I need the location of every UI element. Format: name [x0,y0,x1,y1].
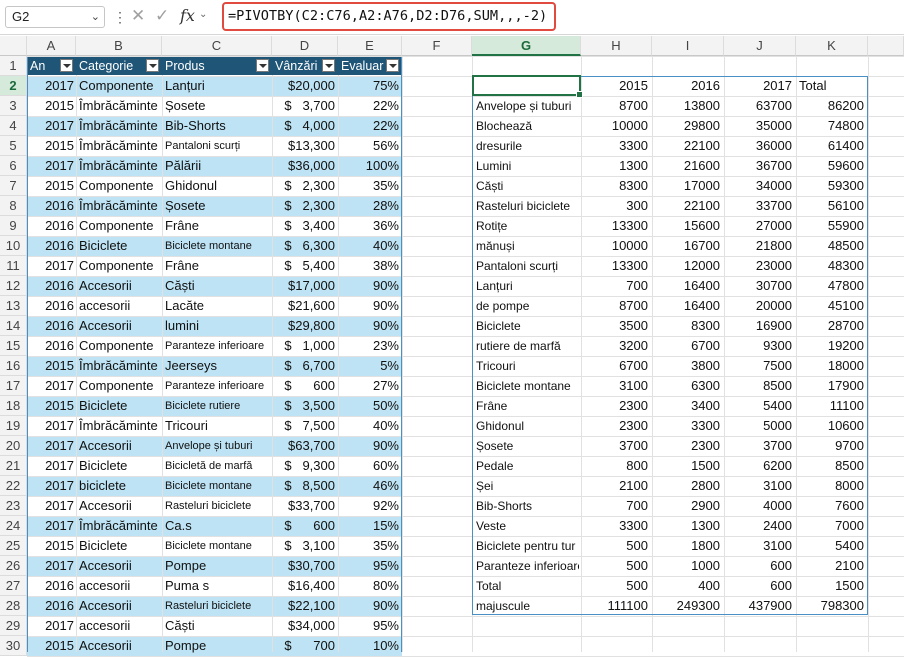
row-header-6[interactable]: 6 [0,156,27,176]
spreadsheet-grid[interactable]: A B C D E F G H I J K 1 2 3 4 5 6 7 8 9 10 11 12 13 14 15 16 17 18 19… [0,0,904,657]
row-header-7[interactable]: 7 [0,176,27,196]
row-header-9[interactable]: 9 [0,216,27,236]
row-header-15[interactable]: 15 [0,336,27,356]
column-gridline [402,56,403,652]
row-header-25[interactable]: 25 [0,536,27,556]
column-header-f[interactable]: F [402,36,472,56]
column-header-h[interactable]: H [581,36,652,56]
row-header-28[interactable]: 28 [0,596,27,616]
column-header-k[interactable]: K [796,36,868,56]
pivot-border [472,76,868,615]
row-header-27[interactable]: 27 [0,576,27,596]
select-all-corner[interactable] [0,36,27,56]
row-header-11[interactable]: 11 [0,256,27,276]
row-header-19[interactable]: 19 [0,416,27,436]
column-header-g[interactable]: G [472,36,581,56]
column-header-i[interactable]: I [652,36,724,56]
row-header-17[interactable]: 17 [0,376,27,396]
column-header-c[interactable]: C [162,36,272,56]
row-header-30[interactable]: 30 [0,636,27,656]
row-header-21[interactable]: 21 [0,456,27,476]
row-header-13[interactable]: 13 [0,296,27,316]
row-header-10[interactable]: 10 [0,236,27,256]
column-header-j[interactable]: J [724,36,796,56]
row-header-16[interactable]: 16 [0,356,27,376]
active-cell-g2[interactable] [472,75,583,98]
row-header-14[interactable]: 14 [0,316,27,336]
column-header-b[interactable]: B [76,36,162,56]
row-header-5[interactable]: 5 [0,136,27,156]
row-header-8[interactable]: 8 [0,196,27,216]
column-gridline [868,56,869,652]
row-header-22[interactable]: 22 [0,476,27,496]
column-header-d[interactable]: D [272,36,338,56]
row-header-26[interactable]: 26 [0,556,27,576]
row-header-18[interactable]: 18 [0,396,27,416]
row-header-29[interactable]: 29 [0,616,27,636]
row-header-1[interactable]: 1 [0,56,27,76]
table-border [27,57,402,652]
row-header-12[interactable]: 12 [0,276,27,296]
column-header-a[interactable]: A [27,36,76,56]
row-header-4[interactable]: 4 [0,116,27,136]
column-header-e[interactable]: E [338,36,402,56]
row-header-24[interactable]: 24 [0,516,27,536]
row-header-3[interactable]: 3 [0,96,27,116]
column-header-partial[interactable] [868,36,904,56]
row-header-23[interactable]: 23 [0,496,27,516]
row-header-20[interactable]: 20 [0,436,27,456]
row-header-2[interactable]: 2 [0,76,27,96]
